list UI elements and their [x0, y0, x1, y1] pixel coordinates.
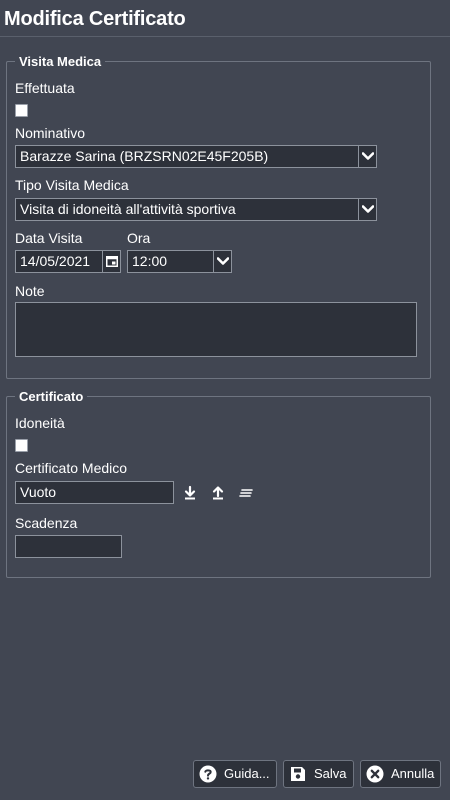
chevron-down-icon — [362, 205, 374, 213]
close-icon — [366, 765, 384, 783]
help-button-label: Guida... — [224, 766, 270, 781]
data-visita-input[interactable]: 14/05/2021 — [15, 250, 121, 273]
save-icon — [291, 767, 305, 781]
tipo-visita-dropdown-button[interactable] — [358, 199, 376, 220]
nominativo-select[interactable]: Barazze Sarina (BRZSRN02E45F205B) — [15, 145, 377, 168]
cancel-button[interactable]: Annulla — [360, 760, 441, 788]
ora-select[interactable]: 12:00 — [127, 250, 232, 273]
calendar-button[interactable] — [102, 251, 120, 272]
effettuata-checkbox[interactable] — [15, 104, 28, 117]
certificato-medico-input[interactable]: Vuoto — [15, 481, 174, 504]
ora-value: 12:00 — [132, 253, 168, 269]
certificato-medico-value: Vuoto — [20, 484, 57, 500]
idoneita-label: Idoneità — [15, 415, 65, 431]
upload-button[interactable] — [210, 485, 226, 501]
details-button[interactable] — [238, 485, 254, 501]
help-icon — [199, 765, 217, 783]
nominativo-dropdown-button[interactable] — [358, 146, 376, 167]
lines-icon — [239, 489, 253, 497]
chevron-down-icon — [217, 257, 229, 265]
data-visita-label: Data Visita — [15, 230, 83, 246]
dialog-title: Modifica Certificato — [4, 8, 186, 30]
help-button[interactable]: Guida... — [193, 760, 277, 788]
visita-medica-legend: Visita Medica — [15, 54, 106, 69]
download-icon — [184, 485, 196, 500]
data-visita-value: 14/05/2021 — [20, 253, 91, 269]
nominativo-label: Nominativo — [15, 125, 86, 141]
note-textarea[interactable] — [15, 302, 417, 357]
note-label: Note — [15, 283, 45, 299]
tipo-visita-value: Visita di idoneità all'attività sportiva — [20, 201, 236, 217]
effettuata-label: Effettuata — [15, 80, 75, 96]
upload-icon — [212, 486, 224, 500]
ora-label: Ora — [127, 230, 151, 246]
nominativo-value: Barazze Sarina (BRZSRN02E45F205B) — [20, 148, 269, 164]
tipo-visita-label: Tipo Visita Medica — [15, 177, 129, 193]
save-button[interactable]: Salva — [283, 760, 354, 788]
certificato-medico-label: Certificato Medico — [15, 460, 128, 476]
title-divider — [0, 36, 450, 37]
save-button-label: Salva — [314, 766, 347, 781]
scadenza-input[interactable] — [15, 535, 122, 558]
ora-dropdown-button[interactable] — [213, 251, 231, 272]
certificato-legend: Certificato — [15, 389, 88, 404]
idoneita-checkbox[interactable] — [15, 439, 28, 452]
scadenza-label: Scadenza — [15, 515, 78, 531]
download-button[interactable] — [182, 485, 198, 501]
cancel-button-label: Annulla — [391, 766, 435, 781]
tipo-visita-select[interactable]: Visita di idoneità all'attività sportiva — [15, 198, 377, 221]
calendar-icon — [106, 256, 118, 267]
chevron-down-icon — [362, 152, 374, 160]
